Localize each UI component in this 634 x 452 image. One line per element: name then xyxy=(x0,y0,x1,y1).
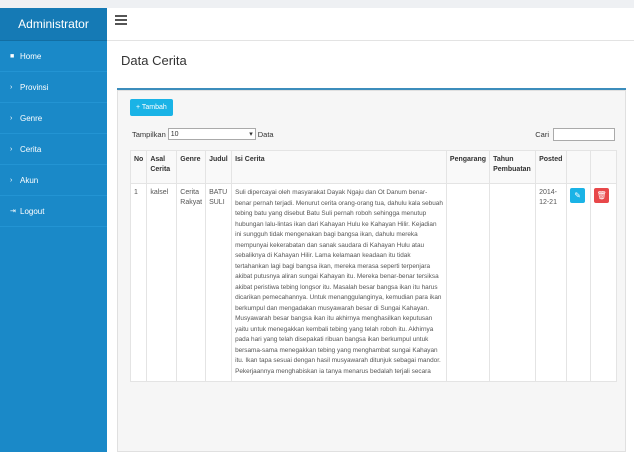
show-suffix: Data xyxy=(257,129,274,139)
hamburger-line xyxy=(115,19,127,21)
cell-posted: 2014-12-21 xyxy=(535,183,568,382)
hamburger-line xyxy=(115,23,127,25)
col-asal[interactable]: Asal Cerita xyxy=(146,150,178,184)
cell-tahun xyxy=(489,183,537,382)
cell-isi: Suli dipercayai oleh masyarakat Dayak Ng… xyxy=(231,183,447,382)
search-label: Cari xyxy=(535,130,549,139)
col-genre[interactable]: Genre xyxy=(176,150,207,184)
sidebar-item-label: Provinsi xyxy=(20,82,49,92)
top-header xyxy=(107,8,634,41)
data-panel: + Tambah Tampilkan 10 ▾ Data Cari No Asa… xyxy=(117,90,626,452)
trash-icon: 🗑 xyxy=(596,190,607,200)
sidebar-item-label: Akun xyxy=(20,175,39,185)
page-length-select[interactable]: 10 ▾ xyxy=(167,128,256,140)
caret-down-icon: ▾ xyxy=(249,131,253,138)
pencil-icon: ✎ xyxy=(574,190,581,200)
sidebar-item-akun[interactable]: › Akun xyxy=(0,165,107,196)
cell-asal: kalsel xyxy=(146,183,178,382)
main-content: Data Cerita + Tambah Tampilkan 10 ▾ Data… xyxy=(107,41,634,452)
cell-judul: BATU SULI xyxy=(205,183,233,382)
cell-edit: ✎ xyxy=(566,183,592,382)
cell-genre: Cerita Rakyat xyxy=(176,183,207,382)
cell-pengarang xyxy=(445,183,491,382)
col-tahun[interactable]: Tahun Pembuatan xyxy=(489,150,537,184)
table-row: 1 kalsel Cerita Rakyat BATU SULI Suli di… xyxy=(129,183,617,382)
brand-title: Administrator xyxy=(0,8,107,41)
delete-button[interactable]: 🗑 xyxy=(594,188,610,203)
search-input[interactable] xyxy=(553,128,615,141)
sidebar-item-home[interactable]: ■ Home xyxy=(0,41,107,72)
page-length-control: Tampilkan 10 ▾ Data xyxy=(132,128,274,140)
chevron-right-icon: › xyxy=(10,176,13,184)
col-no[interactable]: No xyxy=(129,150,148,184)
add-button[interactable]: + Tambah xyxy=(130,99,173,116)
hamburger-line xyxy=(115,15,127,17)
col-pengarang[interactable]: Pengarang xyxy=(445,150,491,184)
show-label: Tampilkan xyxy=(132,129,166,139)
chevron-right-icon: › xyxy=(10,114,13,122)
sidebar-item-cerita[interactable]: › Cerita xyxy=(0,134,107,165)
home-icon: ■ xyxy=(10,52,15,60)
col-isi[interactable]: Isi Cerita xyxy=(231,150,447,184)
sidebar-item-label: Cerita xyxy=(20,144,42,154)
table-header-row: No Asal Cerita Genre Judul Isi Cerita Pe… xyxy=(129,150,617,184)
chevron-right-icon: › xyxy=(10,145,13,153)
col-posted[interactable]: Posted xyxy=(535,150,568,184)
sidebar-item-logout[interactable]: ⇥ Logout xyxy=(0,196,107,227)
sidebar-item-label: Genre xyxy=(20,113,43,123)
logout-icon: ⇥ xyxy=(10,208,16,215)
cell-no: 1 xyxy=(129,183,148,382)
col-judul[interactable]: Judul xyxy=(205,150,233,184)
sidebar-item-provinsi[interactable]: › Provinsi xyxy=(0,72,107,103)
stories-table: No Asal Cerita Genre Judul Isi Cerita Pe… xyxy=(129,150,617,382)
sidebar-item-label: Logout xyxy=(20,206,45,216)
sidebar: Administrator ■ Home › Provinsi › Genre … xyxy=(0,8,107,452)
search-control: Cari xyxy=(535,128,615,141)
sidebar-item-genre[interactable]: › Genre xyxy=(0,103,107,134)
edit-button[interactable]: ✎ xyxy=(570,188,586,203)
menu-toggle-icon[interactable] xyxy=(115,15,127,25)
page-length-value: 10 xyxy=(170,130,179,138)
page-title: Data Cerita xyxy=(121,53,187,68)
cell-delete: 🗑 xyxy=(590,183,617,382)
sidebar-item-label: Home xyxy=(20,51,42,61)
col-edit xyxy=(566,150,592,184)
col-delete xyxy=(590,150,617,184)
window-top-strip xyxy=(0,0,634,8)
chevron-right-icon: › xyxy=(10,83,13,91)
